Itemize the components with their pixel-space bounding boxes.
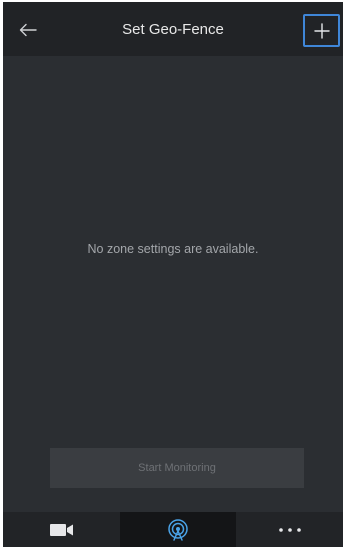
nav-item-camera[interactable] [3,512,120,547]
nav-item-more[interactable] [236,512,343,547]
nav-item-geofence[interactable] [120,512,236,547]
start-monitoring-button[interactable]: Start Monitoring [50,448,304,488]
page-title: Set Geo-Fence [122,21,224,38]
arrow-left-icon [19,23,37,37]
back-button[interactable] [13,15,43,45]
app-screen: Set Geo-Fence No zone settings are avail… [3,2,343,547]
more-dots-icon [278,527,301,532]
empty-state-message: No zone settings are available. [87,242,259,256]
bottom-navigation [3,512,343,547]
add-zone-button[interactable] [303,14,340,47]
video-camera-icon [49,523,73,536]
geofence-radar-icon [168,518,188,541]
top-bar: Set Geo-Fence [3,2,343,56]
plus-icon [313,22,330,39]
